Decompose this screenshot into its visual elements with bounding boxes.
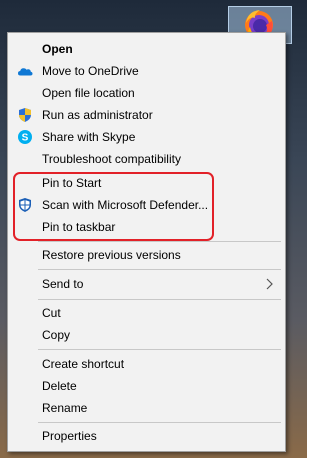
menu-item-share-with-skype[interactable]: S Share with Skype	[8, 126, 285, 148]
menu-item-label: Properties	[42, 429, 97, 443]
menu-item-send-to[interactable]: Send to	[8, 273, 285, 295]
menu-item-run-as-administrator[interactable]: Run as administrator	[8, 104, 285, 126]
menu-separator	[38, 422, 281, 423]
menu-item-label: Cut	[42, 306, 61, 320]
annotation-highlight-box	[13, 172, 214, 241]
menu-item-label: Move to OneDrive	[42, 64, 139, 78]
menu-item-label: Run as administrator	[42, 108, 153, 122]
menu-item-label: Rename	[42, 401, 88, 415]
menu-item-label: Copy	[42, 328, 71, 342]
svg-text:S: S	[22, 133, 29, 144]
menu-item-label: Share with Skype	[42, 130, 136, 144]
menu-item-label: Restore previous versions	[42, 248, 181, 262]
menu-item-label: Open file location	[42, 86, 135, 100]
menu-separator	[38, 241, 281, 242]
context-menu: Open Move to OneDrive Open file location…	[7, 32, 286, 452]
menu-item-open[interactable]: Open	[8, 38, 285, 60]
uac-shield-icon	[19, 108, 31, 122]
menu-item-restore-previous-versions[interactable]: Restore previous versions	[8, 244, 285, 266]
menu-item-label: Open	[42, 42, 73, 56]
menu-item-cut[interactable]: Cut	[8, 302, 285, 324]
menu-item-label: Create shortcut	[42, 357, 125, 371]
menu-separator	[38, 349, 281, 350]
menu-item-open-file-location[interactable]: Open file location	[8, 82, 285, 104]
menu-item-move-to-onedrive[interactable]: Move to OneDrive	[8, 60, 285, 82]
chevron-right-icon	[266, 278, 273, 290]
menu-item-label: Send to	[42, 277, 84, 291]
menu-item-delete[interactable]: Delete	[8, 375, 285, 397]
menu-item-rename[interactable]: Rename	[8, 397, 285, 419]
menu-item-properties[interactable]: Properties	[8, 425, 285, 447]
menu-item-label: Delete	[42, 379, 77, 393]
menu-separator	[38, 299, 281, 300]
menu-item-create-shortcut[interactable]: Create shortcut	[8, 353, 285, 375]
onedrive-icon	[18, 68, 33, 76]
menu-item-troubleshoot-compatibility[interactable]: Troubleshoot compatibility	[8, 148, 285, 170]
skype-icon: S	[18, 130, 32, 144]
menu-item-label: Troubleshoot compatibility	[42, 152, 181, 166]
menu-item-copy[interactable]: Copy	[8, 324, 285, 346]
menu-separator	[38, 269, 281, 270]
